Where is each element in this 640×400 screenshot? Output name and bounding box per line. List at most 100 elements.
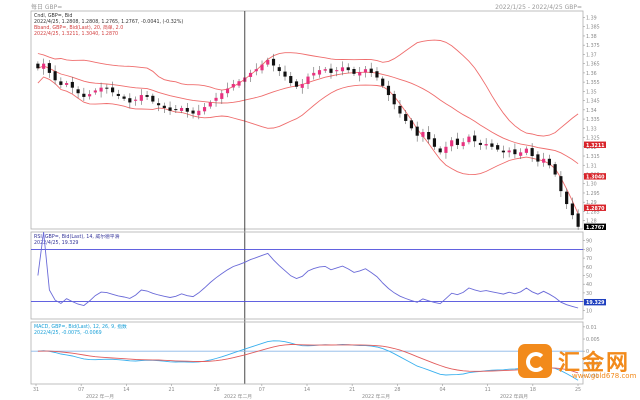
candle-body xyxy=(375,71,379,78)
candle-body xyxy=(381,78,385,86)
y-tick-label: 1.355 xyxy=(586,80,600,86)
legend-text: Cndl, GBP=, Bid xyxy=(34,13,72,19)
candle-body xyxy=(461,142,465,147)
candle-body xyxy=(122,96,126,99)
candle-body xyxy=(444,146,448,153)
legend-text: 2022/4/25, 1.3211, 1.3040, 1.2870 xyxy=(34,31,118,37)
candle-body xyxy=(65,83,69,85)
candle-body xyxy=(168,107,172,111)
legend-text: MACD, GBP=, Bid(Last), 12, 26, 9, 指数 xyxy=(34,323,127,330)
y-tick-label: 30 xyxy=(586,291,592,297)
candle-body xyxy=(156,103,161,106)
x-tick-label: 18 xyxy=(530,387,536,393)
x-tick-label: 04 xyxy=(439,387,445,393)
candle-body xyxy=(519,152,523,156)
candle-body xyxy=(421,132,425,137)
candle-body xyxy=(225,88,230,94)
candle-body xyxy=(289,76,293,84)
candle-body xyxy=(363,69,368,73)
candle-body xyxy=(501,150,505,153)
candle-body xyxy=(70,81,74,88)
candle-body xyxy=(116,93,120,96)
legend-text: Bband, GBP=, Bid(Last), 20, 简单, 2.0 xyxy=(34,24,123,31)
candle-body xyxy=(306,76,310,84)
candle-body xyxy=(128,98,132,103)
x-month-label: 2022 年三月 xyxy=(362,393,390,400)
candle-body xyxy=(553,164,557,175)
candle-body xyxy=(36,63,40,69)
rsi-tag-label: 19.329 xyxy=(586,300,605,306)
rsi-line xyxy=(37,231,579,309)
candle-body xyxy=(559,176,563,192)
x-month-label: 2022 年二月 xyxy=(224,393,252,400)
candle-body xyxy=(99,87,103,92)
price-tag-label: 1.3211 xyxy=(586,143,605,149)
chart-stage: 每日 GBP= 2022/1/25 - 2022/4/25 GBP= 1.39 1… xyxy=(30,3,606,400)
candle-body xyxy=(438,148,442,153)
candle-body xyxy=(231,83,235,88)
y-tick-label: 1.315 xyxy=(586,154,600,160)
candle-body xyxy=(478,142,483,145)
y-tick-label: 1.325 xyxy=(586,136,600,142)
x-month-label: 2022 年四月 xyxy=(500,393,528,400)
candle-body xyxy=(565,191,569,205)
candle-body xyxy=(179,107,184,111)
candle-body xyxy=(266,59,270,65)
x-tick-label: 07 xyxy=(78,387,84,393)
candle-body xyxy=(139,95,143,101)
candle-body xyxy=(484,144,488,146)
macd-line xyxy=(37,340,579,381)
header-left-label: 每日 GBP= xyxy=(31,3,62,11)
y-tick-label: 0.005 xyxy=(586,337,600,343)
candle-body xyxy=(185,107,189,112)
candle-body xyxy=(530,148,534,157)
panel-frame xyxy=(30,231,584,320)
legend-text: 2022/4/25, 19.329 xyxy=(34,240,78,246)
candle-body xyxy=(312,72,316,76)
candle-body xyxy=(507,150,511,153)
candle-body xyxy=(93,90,97,93)
y-tick-label: 40 xyxy=(586,282,592,288)
candle-body xyxy=(547,158,551,166)
y-tick-label: 1.37 xyxy=(586,52,597,58)
x-tick-label: 21 xyxy=(349,387,355,393)
y-tick-label: 1.30 xyxy=(586,182,597,188)
y-tick-label: 0.01 xyxy=(586,325,597,331)
x-tick-label: 31 xyxy=(33,387,39,393)
y-tick-label: 1.36 xyxy=(586,71,597,77)
candle-body xyxy=(496,145,500,150)
candle-body xyxy=(214,97,218,101)
y-tick-label: 1.375 xyxy=(586,43,600,49)
y-tick-label: 1.33 xyxy=(586,126,597,132)
candle-body xyxy=(432,138,437,147)
candle-body xyxy=(369,68,373,73)
candle-body xyxy=(202,107,207,112)
header-right-label: 2022/1/25 - 2022/4/25 GBP= xyxy=(495,4,582,11)
candle-body xyxy=(352,69,356,74)
candle-body xyxy=(145,95,149,97)
candle-body xyxy=(570,203,574,216)
candle-body xyxy=(76,89,80,94)
y-tick-label: 80 xyxy=(586,247,592,253)
candle-body xyxy=(88,94,92,97)
legend-text: RSI, GBP=, Bid(Last), 14, 威尔德平滑 xyxy=(34,233,120,240)
candle-body xyxy=(329,68,333,73)
x-tick-label: 11 xyxy=(485,387,491,393)
price-tag-label: 1.3040 xyxy=(586,174,605,180)
panel-frame xyxy=(30,10,584,230)
candle-body xyxy=(346,67,350,71)
x-tick-label: 14 xyxy=(123,387,129,393)
x-month-label: 2022 年一月 xyxy=(86,393,114,400)
candle-body xyxy=(82,93,86,97)
price-tag-label: 1.2870 xyxy=(586,206,605,212)
y-tick-label: 1.34 xyxy=(586,108,597,114)
legend-text: 2022/4/25, -0.0075, -0.0069 xyxy=(34,330,102,336)
macd-panel: 0.010.0050-0.005-0.01MACD, GBP=, Bid(Las… xyxy=(30,321,601,385)
candle-body xyxy=(524,148,528,153)
candle-body xyxy=(59,81,63,85)
candle-body xyxy=(490,143,494,147)
candle-body xyxy=(542,158,546,163)
candle-body xyxy=(111,87,115,93)
candle-body xyxy=(323,69,327,71)
candle-body xyxy=(300,83,304,88)
